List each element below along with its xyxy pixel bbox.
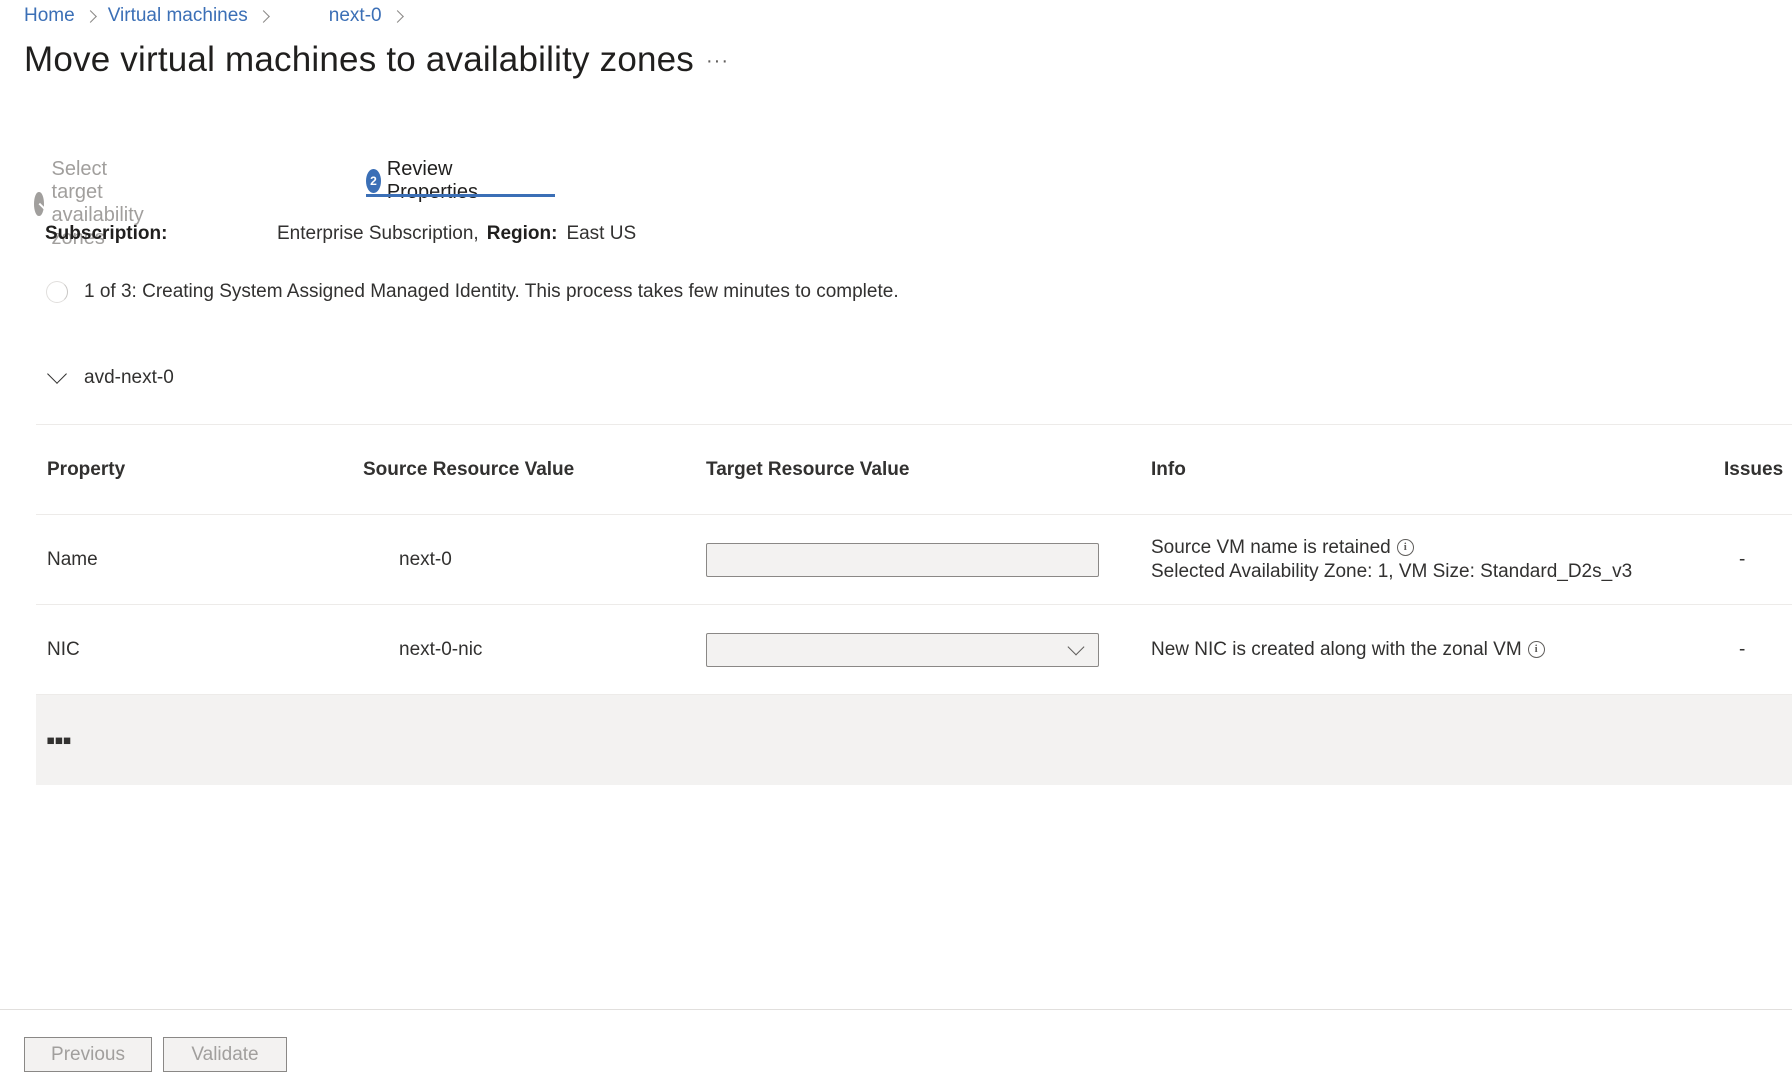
table-header-row: Property Source Resource Value Target Re… (36, 425, 1792, 515)
breadcrumb-home[interactable]: Home (24, 5, 75, 27)
column-header-target: Target Resource Value (706, 458, 910, 480)
progress-status: 1 of 3: Creating System Assigned Managed… (46, 281, 899, 303)
step-label: Review Properties (386, 158, 478, 203)
vm-group-name: avd-next-0 (84, 367, 174, 388)
region-value: East US (566, 223, 637, 244)
breadcrumb-vm[interactable]: next-0 (329, 5, 382, 27)
target-value-cell (706, 605, 1099, 694)
page-title: Move virtual machines to availability zo… (24, 40, 695, 79)
spinner-icon (46, 281, 68, 303)
more-options-button[interactable]: ··· (706, 50, 729, 73)
properties-table: Property Source Resource Value Target Re… (36, 424, 1792, 785)
target-nic-dropdown[interactable] (706, 632, 1099, 667)
info-icon[interactable]: i (1527, 640, 1545, 658)
info-line: Selected Availability Zone: 1, VM Size: … (1151, 560, 1633, 582)
property-cell: Name (47, 548, 98, 570)
check-circle-icon (34, 192, 44, 216)
chevron-right-icon (83, 9, 97, 23)
column-header-issues: Issues (1724, 458, 1784, 480)
progress-text: 1 of 3: Creating System Assigned Managed… (84, 281, 899, 302)
target-value-cell (706, 515, 1099, 604)
validate-button[interactable]: Validate (163, 1037, 287, 1072)
vm-group-toggle[interactable]: avd-next-0 (46, 364, 174, 389)
info-text: New NIC is created along with the zonal … (1151, 638, 1522, 660)
info-icon[interactable]: i (1396, 538, 1414, 556)
table-row: Name next-0 Source VM name is retained i … (36, 515, 1792, 605)
info-cell: New NIC is created along with the zonal … (1151, 605, 1545, 694)
column-header-info: Info (1151, 458, 1186, 480)
source-value-cell: next-0-nic (399, 638, 483, 660)
load-more-row[interactable]: ▪▪▪ (36, 695, 1792, 785)
breadcrumb-virtual-machines[interactable]: Virtual machines (108, 5, 248, 27)
chevron-down-icon (47, 364, 67, 384)
info-line: Source VM name is retained i (1151, 536, 1632, 560)
subscription-label: Subscription: (45, 223, 168, 244)
source-value-cell: next-0 (399, 548, 452, 570)
issues-cell: - (1739, 548, 1746, 570)
subscription-info: Enterprise Subscription, Region: East US (277, 223, 636, 245)
region-label: Region: (486, 223, 558, 244)
target-name-input[interactable] (706, 542, 1099, 577)
table-row: NIC next-0-nic New NIC is created along … (36, 605, 1792, 695)
step-review-properties[interactable]: 2 Review Properties (366, 158, 487, 204)
footer-divider (0, 1009, 1792, 1010)
column-header-property: Property (47, 458, 126, 480)
info-cell: Source VM name is retained i Selected Ava… (1151, 515, 1632, 604)
info-text: Source VM name is retained (1151, 536, 1391, 558)
column-header-source: Source Resource Value (363, 458, 575, 480)
property-cell: NIC (47, 638, 80, 660)
breadcrumb: Home Virtual machines next-0 (24, 5, 415, 27)
subscription-value: Enterprise Subscription, (277, 223, 479, 244)
step-number-badge: 2 (366, 169, 381, 193)
chevron-right-icon (390, 9, 404, 23)
info-line: New NIC is created along with the zonal … (1151, 639, 1545, 661)
chevron-right-icon (256, 9, 270, 23)
active-step-underline (366, 194, 555, 197)
issues-cell: - (1739, 638, 1746, 660)
previous-button[interactable]: Previous (24, 1037, 152, 1072)
chevron-down-icon (1067, 638, 1085, 655)
more-rows-icon[interactable]: ▪▪▪ (46, 725, 72, 756)
